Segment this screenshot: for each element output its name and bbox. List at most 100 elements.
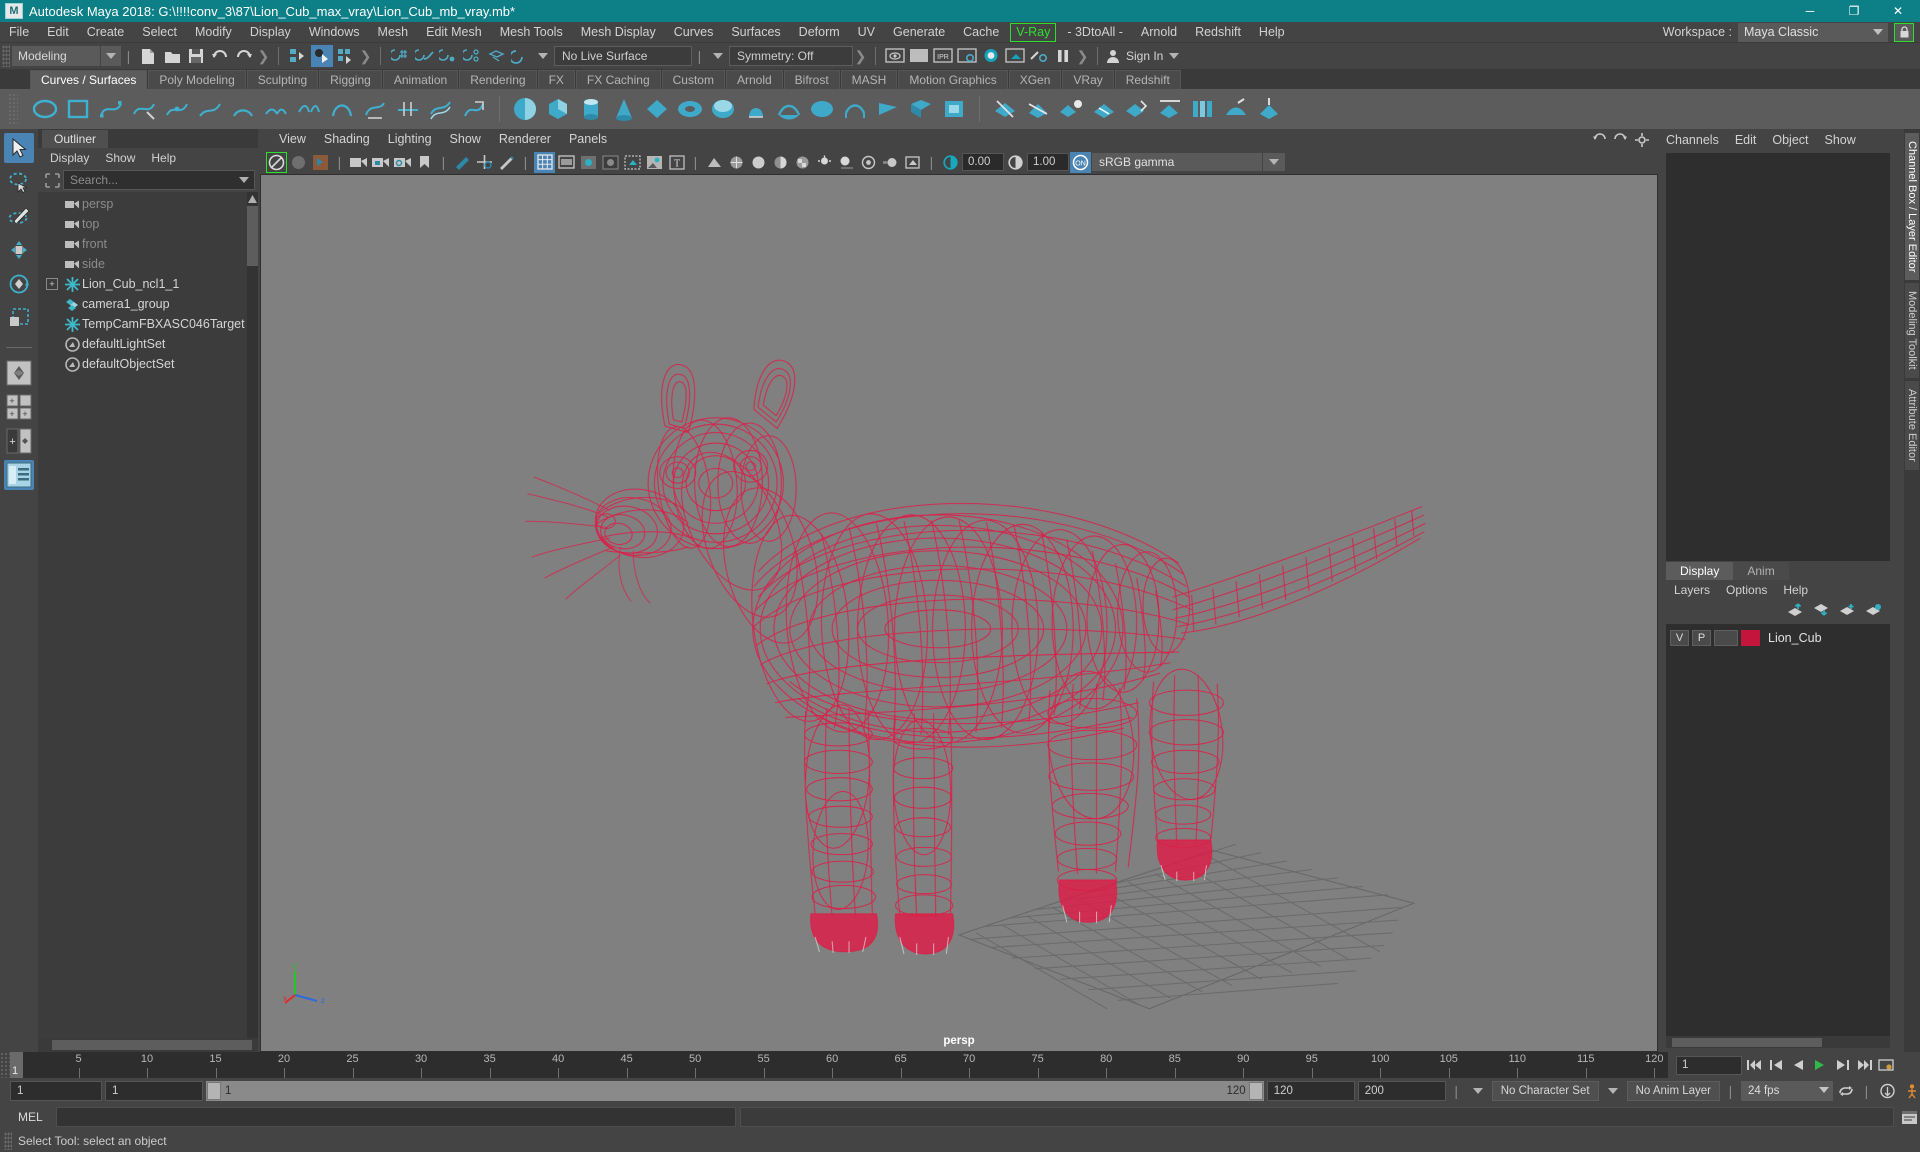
nurbs-circle-button[interactable] bbox=[30, 94, 60, 124]
flat-shade-icon[interactable] bbox=[770, 152, 791, 173]
smooth-shade-icon[interactable] bbox=[748, 152, 769, 173]
camera-attributes-icon[interactable] bbox=[348, 152, 369, 173]
viewport-menu-lighting[interactable]: Lighting bbox=[379, 129, 441, 150]
menu-edit-mesh[interactable]: Edit Mesh bbox=[417, 22, 491, 43]
range-start-handle[interactable] bbox=[207, 1082, 221, 1100]
character-preferences-button[interactable] bbox=[1900, 1081, 1920, 1101]
create-layer-from-selected-button[interactable] bbox=[1865, 603, 1882, 620]
surface-editor-button[interactable] bbox=[1254, 94, 1284, 124]
viewport-render-region-icon[interactable] bbox=[310, 152, 331, 173]
menu-create[interactable]: Create bbox=[78, 22, 134, 43]
rebuild-curve-button[interactable] bbox=[459, 94, 489, 124]
insert-isoparm-button[interactable] bbox=[1089, 94, 1119, 124]
nurbs-sphere-button[interactable] bbox=[510, 94, 540, 124]
cv-curve-tool-button[interactable] bbox=[96, 94, 126, 124]
outliner-menu-help[interactable]: Help bbox=[143, 148, 184, 168]
viewport-undo-view-icon[interactable] bbox=[1589, 129, 1610, 150]
outliner-menu-display[interactable]: Display bbox=[42, 148, 97, 168]
surface-fillet-button[interactable] bbox=[1188, 94, 1218, 124]
viewport-shaded-toggle[interactable] bbox=[288, 152, 309, 173]
viewport-menu-view[interactable]: View bbox=[270, 129, 315, 150]
image-plane-icon[interactable] bbox=[452, 152, 473, 173]
fps-dropdown[interactable]: 24 fps bbox=[1741, 1081, 1833, 1101]
menu-curves[interactable]: Curves bbox=[665, 22, 723, 43]
select-objects-toggle[interactable] bbox=[266, 151, 287, 173]
mel-command-input[interactable] bbox=[56, 1107, 736, 1127]
range-start-field[interactable]: 1 bbox=[10, 1081, 102, 1101]
layer-tab-display[interactable]: Display bbox=[1666, 562, 1734, 580]
menu-cache[interactable]: Cache bbox=[954, 22, 1008, 43]
outliner-tree[interactable]: persp top front side + Lion_Cub_ncl1_1 c… bbox=[38, 192, 258, 1038]
current-frame-field[interactable]: 1 bbox=[1676, 1055, 1742, 1075]
menu-file[interactable]: File bbox=[0, 22, 38, 43]
shelf-tab-sculpting[interactable]: Sculpting bbox=[246, 70, 319, 89]
outliner-item-side[interactable]: side bbox=[38, 254, 258, 274]
menu-deform[interactable]: Deform bbox=[790, 22, 849, 43]
hypershade-button[interactable] bbox=[980, 45, 1002, 67]
nurbs-cone-button[interactable] bbox=[609, 94, 639, 124]
sculpt-geometry-button[interactable] bbox=[1221, 94, 1251, 124]
shelf-tab-redshift[interactable]: Redshift bbox=[1114, 70, 1181, 89]
loop-playback-button[interactable] bbox=[1836, 1081, 1856, 1101]
show-render-view-button[interactable] bbox=[884, 45, 906, 67]
menuset-dropdown-arrow[interactable] bbox=[101, 46, 121, 66]
step-forward-button[interactable] bbox=[1832, 1055, 1852, 1075]
viewport-redo-view-icon[interactable] bbox=[1610, 129, 1631, 150]
snap-grid-button[interactable] bbox=[389, 45, 411, 67]
outliner-item-top[interactable]: top bbox=[38, 214, 258, 234]
scale-tool-button[interactable] bbox=[4, 303, 34, 333]
square-surface-button[interactable] bbox=[939, 94, 969, 124]
outliner-horizontal-scrollbar[interactable] bbox=[38, 1038, 258, 1052]
layer-menu-options[interactable]: Options bbox=[1718, 580, 1775, 600]
loft-button[interactable] bbox=[774, 94, 804, 124]
range-end-handle[interactable] bbox=[1248, 1082, 1263, 1100]
vtab-channel-box-layer-editor[interactable]: Channel Box / Layer Editor bbox=[1905, 133, 1919, 281]
chevron-down-icon[interactable] bbox=[538, 53, 548, 59]
birail-button[interactable] bbox=[873, 94, 903, 124]
snap-curve-button[interactable] bbox=[413, 45, 435, 67]
layer-color-swatch[interactable] bbox=[1741, 629, 1760, 646]
shelf-tab-curves-surfaces[interactable]: Curves / Surfaces bbox=[30, 70, 148, 89]
viewport-menu-renderer[interactable]: Renderer bbox=[490, 129, 560, 150]
close-button[interactable]: ✕ bbox=[1876, 0, 1920, 22]
xray-toggle[interactable] bbox=[622, 152, 643, 173]
chevron-down-icon[interactable] bbox=[1169, 53, 1180, 59]
snap-viewplane-button[interactable] bbox=[485, 45, 507, 67]
nurbs-circle-prim-button[interactable] bbox=[708, 94, 738, 124]
redo-button[interactable] bbox=[233, 45, 255, 67]
menu-edit[interactable]: Edit bbox=[38, 22, 78, 43]
extrude-button[interactable] bbox=[840, 94, 870, 124]
play-backwards-button[interactable] bbox=[1788, 1055, 1808, 1075]
light-editor-button[interactable] bbox=[1028, 45, 1050, 67]
arc-tool-button[interactable] bbox=[228, 94, 258, 124]
color-space-dropdown[interactable]: sRGB gamma bbox=[1092, 153, 1262, 171]
chevron-down-icon[interactable] bbox=[1472, 1088, 1483, 1094]
undo-button[interactable] bbox=[209, 45, 231, 67]
menu-mesh-tools[interactable]: Mesh Tools bbox=[491, 22, 572, 43]
film-gate-toggle[interactable] bbox=[556, 152, 577, 173]
search-filter-icon[interactable] bbox=[41, 170, 63, 190]
open-scene-button[interactable] bbox=[161, 45, 183, 67]
menu-display[interactable]: Display bbox=[241, 22, 300, 43]
go-to-start-button[interactable] bbox=[1744, 1055, 1764, 1075]
channelbox-menu-edit[interactable]: Edit bbox=[1735, 133, 1757, 147]
minimize-button[interactable]: ─ bbox=[1788, 0, 1832, 22]
shelf-tab-poly-modeling[interactable]: Poly Modeling bbox=[148, 70, 246, 89]
move-layer-up-button[interactable] bbox=[1787, 602, 1804, 620]
shelf-tab-animation[interactable]: Animation bbox=[382, 70, 459, 89]
create-new-layer-button[interactable] bbox=[1839, 603, 1856, 620]
3d-viewport[interactable]: y z x persp bbox=[260, 174, 1658, 1052]
menu-vray[interactable]: V-Ray bbox=[1010, 22, 1057, 42]
rotate-tool-button[interactable] bbox=[4, 269, 34, 299]
layer-menu-help[interactable]: Help bbox=[1775, 580, 1816, 600]
outliner-item-lion-cub[interactable]: + Lion_Cub_ncl1_1 bbox=[38, 274, 258, 294]
layout-outliner-persp-button[interactable] bbox=[4, 460, 34, 490]
motion-blur-icon[interactable] bbox=[880, 152, 901, 173]
shelf-tab-motion-graphics[interactable]: Motion Graphics bbox=[898, 70, 1008, 89]
character-set-dropdown[interactable]: No Character Set bbox=[1491, 1081, 1599, 1101]
ipr-render-button[interactable]: IPR bbox=[932, 45, 954, 67]
layer-displaytype-toggle[interactable] bbox=[1714, 629, 1738, 646]
move-tool-button[interactable] bbox=[4, 235, 34, 265]
menu-select[interactable]: Select bbox=[133, 22, 186, 43]
time-slider-track[interactable]: 1 5 10 15 20 25 30 35 40 45 50 55 60 65 70 75 80 85 90 95 1… bbox=[10, 1052, 1668, 1078]
